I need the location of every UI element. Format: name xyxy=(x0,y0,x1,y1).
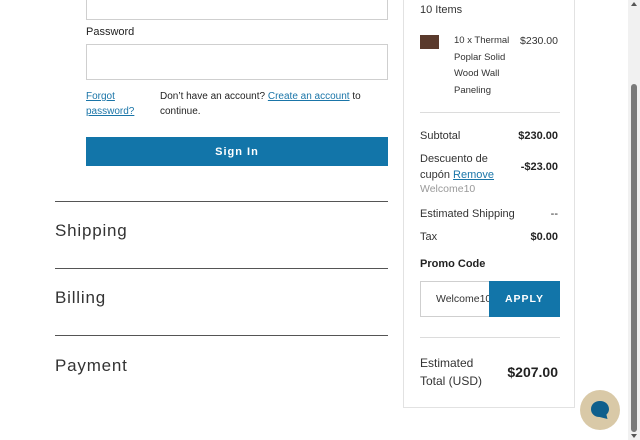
sign-in-button[interactable]: Sign In xyxy=(86,137,388,166)
estimated-total-label: Estimated Total (USD) xyxy=(420,356,483,388)
product-thumbnail xyxy=(420,35,439,49)
chat-button[interactable] xyxy=(580,390,620,430)
section-divider xyxy=(55,335,388,336)
promo-code-title: Promo Code xyxy=(420,258,486,270)
remove-coupon-link[interactable]: Remove xyxy=(453,169,494,181)
coupon-label: Descuento de cupón Remove xyxy=(420,152,510,183)
section-divider xyxy=(55,201,388,202)
coupon-code: Welcome10 xyxy=(420,183,476,195)
password-label: Password xyxy=(86,26,135,38)
summary-divider xyxy=(420,337,560,338)
tax-label: Tax xyxy=(420,231,438,243)
promo-code-input[interactable]: Welcome10 xyxy=(420,281,490,317)
no-account-text: Don’t have an account? xyxy=(160,91,266,102)
section-divider xyxy=(55,268,388,269)
shipping-section-heading[interactable]: Shipping xyxy=(55,221,128,241)
apply-promo-button[interactable]: APPLY xyxy=(489,281,560,317)
chat-bubble-icon xyxy=(591,401,609,419)
summary-divider xyxy=(420,112,560,113)
estimated-total-value: $207.00 xyxy=(507,364,558,380)
subtotal-label: Subtotal xyxy=(420,130,461,142)
scrollbar-thumb[interactable] xyxy=(631,84,637,432)
payment-section-heading[interactable]: Payment xyxy=(55,356,128,376)
create-account-link[interactable]: Create an account xyxy=(268,91,350,102)
coupon-discount-value: -$23.00 xyxy=(520,161,558,173)
order-summary: 10 Items 10 x Thermal Poplar Solid Wood … xyxy=(403,0,575,408)
arrow-down-icon[interactable] xyxy=(631,434,637,438)
create-account-prompt: Don’t have an account? Create an account… xyxy=(160,89,390,119)
items-count: 10 Items xyxy=(420,4,463,16)
email-field[interactable] xyxy=(86,0,388,20)
page-scrollbar[interactable] xyxy=(628,0,640,440)
estimated-shipping-label: Estimated Shipping xyxy=(420,208,515,220)
tax-value: $0.00 xyxy=(530,231,558,243)
subtotal-value: $230.00 xyxy=(518,130,558,142)
billing-section-heading[interactable]: Billing xyxy=(55,288,106,308)
estimated-shipping-value: -- xyxy=(550,208,558,220)
password-field[interactable] xyxy=(86,44,388,80)
forgot-password-link[interactable]: Forgot password? xyxy=(86,89,146,119)
product-name: 10 x Thermal Poplar Solid Wood Wall Pane… xyxy=(454,35,510,96)
arrow-up-icon[interactable] xyxy=(631,2,637,6)
product-price: $230.00 xyxy=(520,35,558,47)
